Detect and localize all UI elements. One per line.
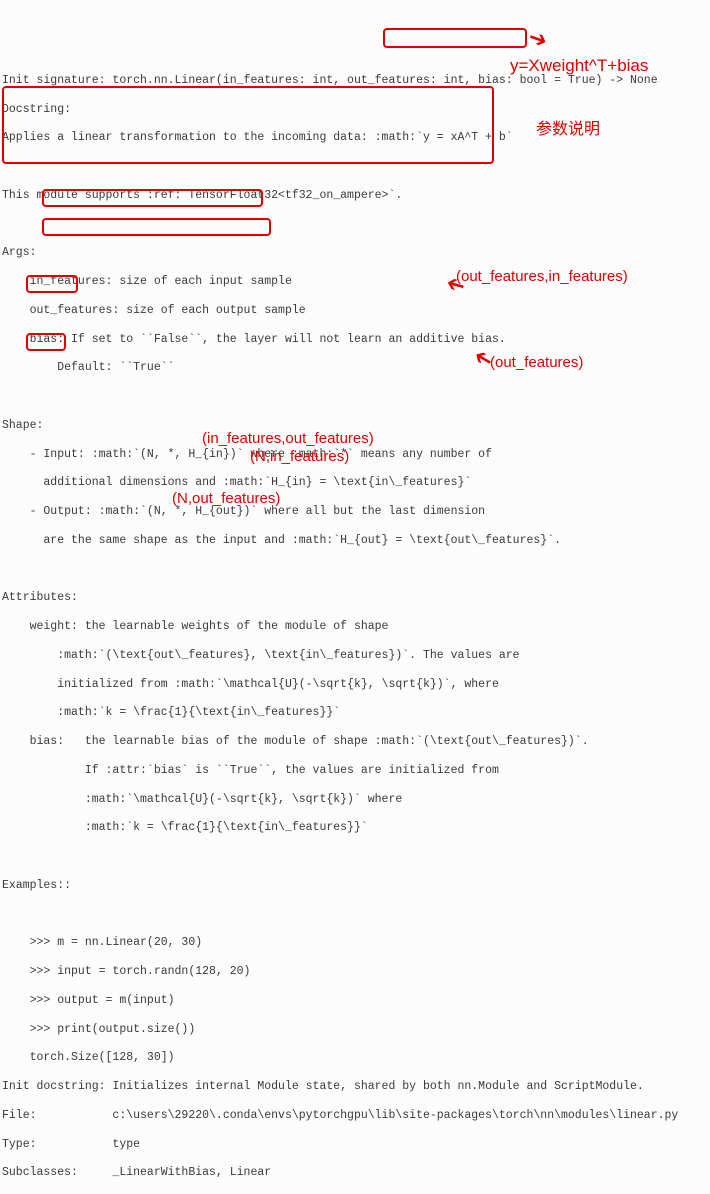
type-line: Type: type	[2, 1138, 710, 1152]
attr-b2: If :attr:`bias` is ``True``, the values …	[2, 764, 710, 778]
applies-line: Applies a linear transformation to the i…	[2, 131, 710, 145]
blank	[2, 850, 710, 864]
box-math-formula	[383, 28, 527, 48]
ex3: >>> output = m(input)	[2, 994, 710, 1008]
ex5: torch.Size([128, 30])	[2, 1051, 710, 1065]
anno-in-out: (in_features,out_features)	[202, 430, 374, 449]
args-out: out_features: size of each output sample	[2, 304, 710, 318]
anno-n-in: (N,in_features)	[250, 448, 349, 467]
file-line: File: c:\users\29220\.conda\envs\pytorch…	[2, 1109, 710, 1123]
args-bias: bias: If set to ``False``, the layer wil…	[2, 333, 710, 347]
attr-b3: :math:`\mathcal{U}(-\sqrt{k}, \sqrt{k})`…	[2, 793, 710, 807]
args-title: Args:	[2, 246, 710, 260]
blank	[2, 218, 710, 232]
attr-b4: :math:`k = \frac{1}{\text{in\_features}}…	[2, 821, 710, 835]
anno-out-feat: (out_features)	[490, 354, 583, 373]
supports-line: This module supports :ref:`TensorFloat32…	[2, 189, 710, 203]
blank	[2, 390, 710, 404]
attr-w2: :math:`(\text{out\_features}, \text{in\_…	[2, 649, 710, 663]
ex2: >>> input = torch.randn(128, 20)	[2, 965, 710, 979]
anno-out-in: (out_features,in_features)	[456, 268, 628, 287]
box-args-block	[2, 86, 494, 164]
anno-formula: y=Xweight^T+bias	[510, 55, 648, 76]
initdoc: Init docstring: Initializes internal Mod…	[2, 1080, 710, 1094]
shape-in2: additional dimensions and :math:`H_{in} …	[2, 476, 710, 490]
subcls-line: Subclasses: _LinearWithBias, Linear	[2, 1166, 710, 1180]
shape-in1: - Input: :math:`(N, *, H_{in})` where :m…	[2, 448, 710, 462]
attr-title: Attributes:	[2, 591, 710, 605]
anno-param-desc: 参数说明	[536, 120, 600, 140]
blank	[2, 563, 710, 577]
docstring-label: Docstring:	[2, 103, 710, 117]
attr-w3: initialized from :math:`\mathcal{U}(-\sq…	[2, 678, 710, 692]
args-default: Default: ``True``	[2, 361, 710, 375]
shape-out2: are the same shape as the input and :mat…	[2, 534, 710, 548]
ex4: >>> print(output.size())	[2, 1023, 710, 1037]
attr-w1: weight: the learnable weights of the mod…	[2, 620, 710, 634]
arrow-icon: ➔	[525, 28, 550, 55]
ex-title: Examples::	[2, 879, 710, 893]
anno-n-out: (N,out_features)	[172, 490, 280, 509]
ex1: >>> m = nn.Linear(20, 30)	[2, 936, 710, 950]
attr-w4: :math:`k = \frac{1}{\text{in\_features}}…	[2, 706, 710, 720]
attr-b1: bias: the learnable bias of the module o…	[2, 735, 710, 749]
blank	[2, 908, 710, 922]
shape-out1: - Output: :math:`(N, *, H_{out})` where …	[2, 505, 710, 519]
blank	[2, 160, 710, 174]
